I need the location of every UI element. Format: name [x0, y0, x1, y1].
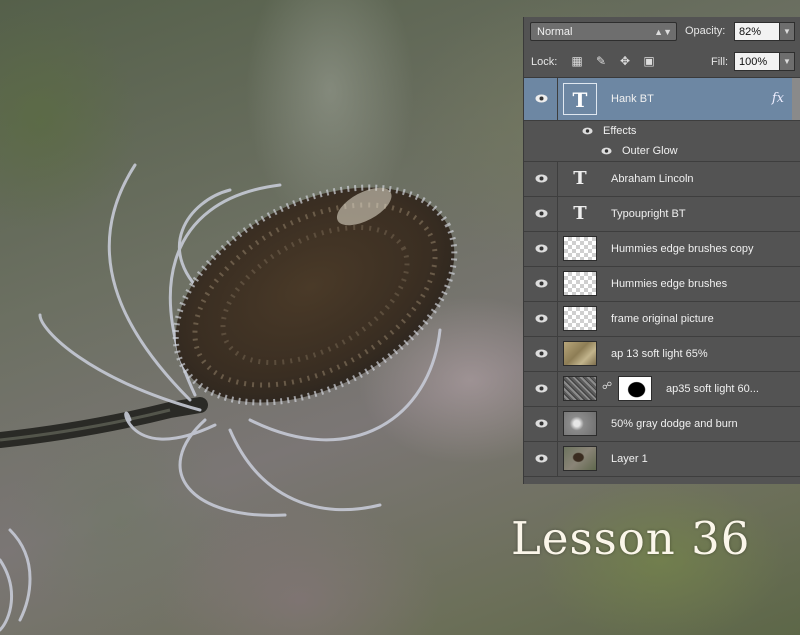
- outer-glow-row[interactable]: Outer Glow: [524, 141, 800, 162]
- layer-name: Hummies edge brushes copy: [611, 243, 754, 255]
- visibility-toggle[interactable]: [524, 78, 558, 120]
- eye-icon: [535, 419, 548, 428]
- layer-row-hank-bt[interactable]: T Hank BT fx: [524, 78, 800, 121]
- fill-label: Fill:: [711, 56, 729, 68]
- eye-icon[interactable]: [601, 147, 612, 155]
- visibility-toggle[interactable]: [524, 267, 558, 301]
- layer-row-gray-dodge-burn[interactable]: 50% gray dodge and burn: [524, 407, 800, 442]
- layer-name: Typoupright BT: [611, 208, 686, 220]
- layer-name: Layer 1: [611, 453, 648, 465]
- layer-thumbnail: [563, 446, 597, 471]
- blend-mode-value: Normal: [537, 26, 573, 38]
- lock-position-icon[interactable]: ✥: [618, 54, 632, 68]
- lock-fill-bar: Lock: ▦ ✎ ✥ ▣ Fill: 100% ▼: [524, 47, 800, 78]
- lock-image-pixels-icon[interactable]: ✎: [594, 54, 608, 68]
- layer-options-bar: Normal ▲▼ Opacity: 82% ▼: [524, 17, 800, 48]
- eye-icon: [535, 94, 548, 103]
- fx-icon[interactable]: fx: [772, 78, 784, 120]
- opacity-label: Opacity:: [685, 25, 726, 37]
- layer-thumbnail: [563, 271, 597, 296]
- eye-icon: [535, 314, 548, 323]
- layers-panel: Normal ▲▼ Opacity: 82% ▼ Lock: ▦ ✎ ✥ ▣ F…: [523, 17, 800, 484]
- visibility-toggle[interactable]: [524, 337, 558, 371]
- visibility-toggle[interactable]: [524, 232, 558, 266]
- visibility-toggle[interactable]: [524, 197, 558, 231]
- visibility-toggle[interactable]: [524, 442, 558, 476]
- lock-label: Lock:: [531, 56, 558, 68]
- text-layer-icon: T: [563, 83, 597, 115]
- effects-row[interactable]: Effects: [524, 121, 800, 141]
- eye-icon: [535, 174, 548, 183]
- visibility-toggle[interactable]: [524, 407, 558, 441]
- fill-dropdown[interactable]: ▼: [779, 52, 795, 71]
- eye-icon: [535, 454, 548, 463]
- layer-thumbnail: [563, 411, 597, 436]
- eye-icon: [535, 209, 548, 218]
- layer-thumbnail: [563, 236, 597, 261]
- effects-label: Effects: [603, 125, 637, 137]
- eye-icon: [535, 349, 548, 358]
- visibility-toggle[interactable]: [524, 302, 558, 336]
- layer-name: ap 13 soft light 65%: [611, 348, 708, 360]
- layer-name: Hummies edge brushes: [611, 278, 728, 290]
- layer-row-abraham-lincoln[interactable]: T Abraham Lincoln: [524, 162, 800, 197]
- layer-row-ap35-soft-light[interactable]: ☍ ap35 soft light 60...: [524, 372, 800, 407]
- eye-icon[interactable]: [582, 127, 593, 135]
- layer-thumbnail: [563, 306, 597, 331]
- layer-row-hummies-edge-brushes[interactable]: Hummies edge brushes: [524, 267, 800, 302]
- scrollbar-thumb[interactable]: [792, 78, 800, 120]
- lock-all-icon[interactable]: ▣: [642, 54, 656, 68]
- text-layer-icon: T: [573, 168, 587, 189]
- layer-thumbnail: [563, 376, 597, 401]
- visibility-toggle[interactable]: [524, 372, 558, 406]
- chain-link-icon[interactable]: ☍: [602, 381, 612, 395]
- opacity-dropdown[interactable]: ▼: [779, 22, 795, 41]
- layer-row-typoupright-bt[interactable]: T Typoupright BT: [524, 197, 800, 232]
- layer-name: Hank BT: [611, 93, 654, 105]
- lesson-caption: Lesson 36: [511, 512, 751, 565]
- layer-name: ap35 soft light 60...: [666, 383, 759, 395]
- visibility-toggle[interactable]: [524, 162, 558, 196]
- layer-row-ap-13-soft-light[interactable]: ap 13 soft light 65%: [524, 337, 800, 372]
- lock-transparent-pixels-icon[interactable]: ▦: [570, 54, 584, 68]
- layer-name: 50% gray dodge and burn: [611, 418, 738, 430]
- text-layer-icon: T: [573, 203, 587, 224]
- layer-thumbnail: [563, 341, 597, 366]
- eye-icon: [535, 279, 548, 288]
- outer-glow-label: Outer Glow: [622, 145, 678, 157]
- fill-input[interactable]: 100%: [734, 52, 780, 71]
- layers-list: T Hank BT fx Effects Outer Glow T Abraha…: [524, 78, 800, 477]
- layer-row-hummies-edge-brushes-copy[interactable]: Hummies edge brushes copy: [524, 232, 800, 267]
- eye-icon: [535, 384, 548, 393]
- updown-arrows-icon: ▲▼: [654, 27, 672, 37]
- layer-mask-thumbnail[interactable]: [618, 376, 652, 401]
- blend-mode-select[interactable]: Normal ▲▼: [530, 22, 677, 41]
- layer-name: Abraham Lincoln: [611, 173, 694, 185]
- layer-row-frame-original-picture[interactable]: frame original picture: [524, 302, 800, 337]
- opacity-input[interactable]: 82%: [734, 22, 780, 41]
- eye-icon: [535, 244, 548, 253]
- layer-row-layer-1[interactable]: Layer 1: [524, 442, 800, 477]
- layer-name: frame original picture: [611, 313, 714, 325]
